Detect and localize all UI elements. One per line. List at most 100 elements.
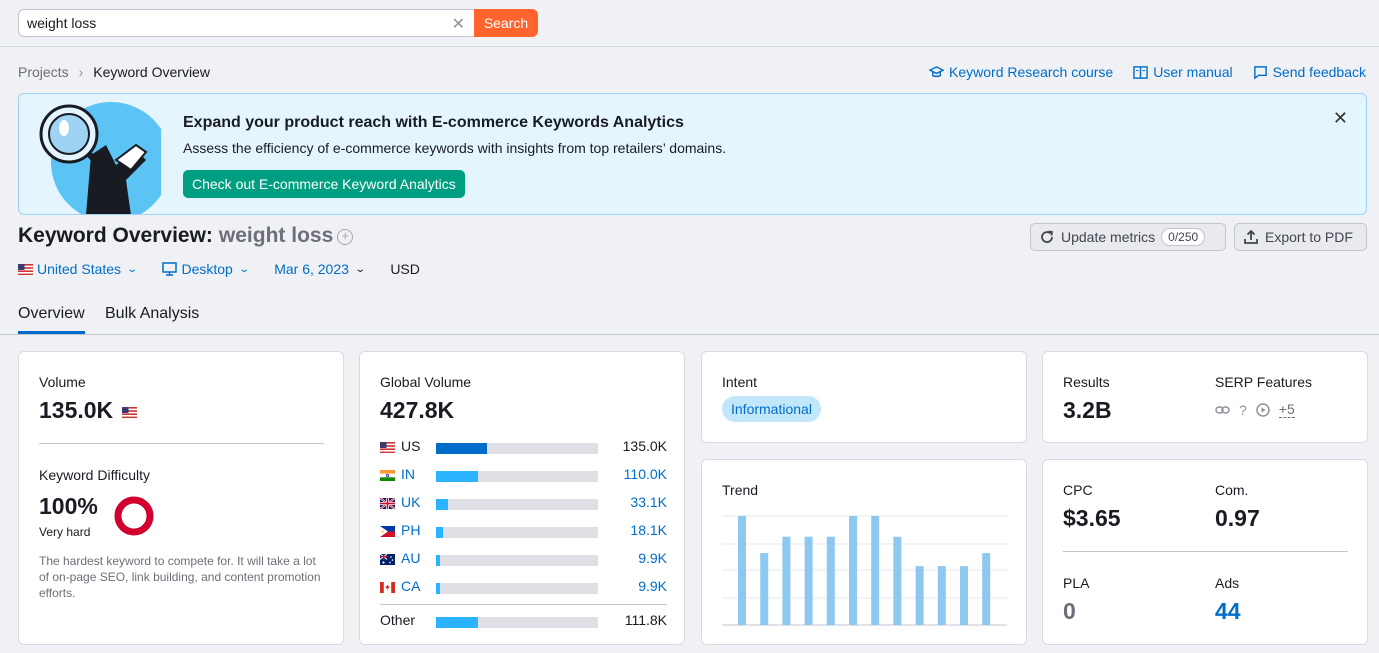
breadcrumb: Projects › Keyword Overview: [18, 64, 210, 80]
country-volume-bar: [436, 499, 598, 510]
kd-donut: [114, 496, 154, 536]
country-volume-bar: [436, 555, 598, 566]
country-code[interactable]: UK: [401, 494, 420, 510]
question-icon[interactable]: ?: [1239, 402, 1247, 418]
country-volume-bar: [436, 471, 598, 482]
trend-bar[interactable]: [738, 516, 746, 625]
intent-badge: Informational: [722, 396, 821, 422]
volume-number: 135.0K: [39, 397, 114, 423]
global-volume-row: UK 33.1K: [379, 494, 667, 514]
check-out-ecommerce-button[interactable]: Check out E-commerce Keyword Analytics: [183, 170, 465, 198]
breadcrumb-projects[interactable]: Projects: [18, 64, 69, 80]
filters-bar: United States ⌄ Desktop ⌄ Mar 6, 2023 ⌄ USD: [18, 261, 420, 277]
us-flag-icon: [121, 407, 137, 418]
chevron-right-icon: ›: [78, 64, 84, 80]
trend-label: Trend: [722, 482, 759, 498]
tabs-bar: Overview Bulk Analysis: [0, 300, 1379, 335]
country-code[interactable]: AU: [401, 550, 420, 566]
country-volume-value[interactable]: 9.9K: [638, 550, 667, 566]
divider: [1063, 551, 1348, 552]
results-serp-card: Results 3.2B SERP Features ? +5: [1042, 351, 1368, 443]
volume-value: 135.0K: [39, 397, 137, 424]
volume-difficulty-card: Volume 135.0K Keyword Difficulty 100% Ve…: [18, 351, 344, 645]
page-title-keyword: weight loss: [218, 224, 334, 247]
add-keyword-icon[interactable]: +: [337, 229, 354, 245]
pla-label: PLA: [1063, 575, 1090, 591]
global-volume-row: CA 9.9K: [380, 578, 667, 598]
export-pdf-button[interactable]: Export to PDF: [1234, 223, 1367, 251]
country-volume-bar-fill: [436, 583, 440, 594]
chevron-down-icon: ⌄: [238, 263, 250, 275]
trend-bar[interactable]: [849, 516, 857, 625]
trend-bar[interactable]: [760, 553, 769, 625]
trend-bar[interactable]: [826, 536, 835, 625]
country-code[interactable]: IN: [401, 466, 415, 482]
ads-label: Ads: [1215, 575, 1240, 591]
country-volume-value[interactable]: 110.0K: [624, 466, 667, 482]
tab-bulk-analysis[interactable]: Bulk Analysis: [105, 305, 199, 323]
country-volume-bar-fill: [436, 555, 440, 566]
search-button[interactable]: Search: [474, 9, 538, 37]
results-value: 3.2B: [1063, 397, 1112, 423]
chevron-down-icon: ⌄: [126, 263, 139, 275]
country-volume-value[interactable]: 33.1K: [630, 494, 667, 510]
country-volume-bar-fill: [436, 499, 448, 510]
top-bar: ✕ Search: [0, 0, 1379, 47]
keyword-research-course-link[interactable]: Keyword Research course: [929, 64, 1113, 80]
help-links: Keyword Research course User manual Send…: [929, 64, 1366, 80]
country-volume-bar: [436, 443, 598, 454]
au-flag-icon: [379, 552, 395, 565]
device-selector[interactable]: Desktop ⌄: [162, 261, 250, 277]
trend-bar[interactable]: [937, 566, 946, 625]
global-volume-row: IN 110.0K: [380, 466, 667, 486]
uk-flag-icon: [379, 496, 396, 510]
country-selector[interactable]: United States ⌄: [18, 261, 139, 277]
clear-search-icon[interactable]: ✕: [452, 14, 465, 34]
country-volume-value[interactable]: 18.1K: [630, 522, 667, 538]
tab-overview[interactable]: Overview: [18, 305, 85, 334]
country-volume-bar-fill: [436, 471, 478, 482]
trend-bar[interactable]: [915, 566, 924, 625]
magnifier-illustration: [39, 102, 161, 214]
com-label: Com.: [1215, 482, 1249, 498]
country-volume-bar-fill: [436, 443, 487, 454]
trend-bar[interactable]: [982, 553, 991, 625]
ecommerce-promo-banner: Expand your product reach with E-commerc…: [18, 93, 1367, 215]
pla-value: 0: [1063, 598, 1076, 624]
date-selector[interactable]: Mar 6, 2023 ⌄: [274, 261, 366, 277]
trend-bar[interactable]: [804, 536, 813, 625]
trend-bar[interactable]: [893, 536, 902, 625]
trend-bar[interactable]: [871, 516, 880, 625]
manual-link-label: User manual: [1153, 64, 1233, 80]
send-feedback-link[interactable]: Send feedback: [1253, 64, 1366, 80]
feedback-icon: [1253, 65, 1267, 80]
update-metrics-button[interactable]: Update metrics 0/250: [1030, 223, 1226, 251]
video-icon[interactable]: [1256, 402, 1270, 417]
graduation-cap-icon: [929, 65, 945, 77]
kd-label: Keyword Difficulty: [39, 467, 151, 483]
results-label: Results: [1063, 374, 1110, 390]
other-label: Other: [380, 612, 416, 628]
intent-label: Intent: [722, 374, 758, 390]
banner-subtitle: Assess the efficiency of e-commerce keyw…: [183, 140, 727, 156]
country-code[interactable]: PH: [401, 522, 420, 538]
kd-value: 100%: [39, 493, 98, 519]
country-code: US: [401, 438, 421, 454]
close-icon[interactable]: ✕: [1333, 108, 1348, 129]
currency-label: USD: [390, 261, 420, 277]
country-code[interactable]: CA: [401, 578, 420, 594]
kd-description: The hardest keyword to compete for. It w…: [39, 554, 321, 600]
link-icon[interactable]: [1215, 405, 1230, 415]
user-manual-link[interactable]: User manual: [1133, 64, 1233, 80]
divider: [380, 604, 667, 605]
search-box: ✕: [18, 9, 476, 37]
serp-more[interactable]: +5: [1278, 401, 1295, 418]
country-volume-value[interactable]: 9.9K: [638, 578, 667, 594]
search-input[interactable]: [19, 10, 439, 36]
trend-bar[interactable]: [782, 536, 791, 625]
intent-card: Intent Informational: [701, 351, 1027, 443]
serp-features-label: SERP Features: [1215, 374, 1313, 390]
country-label: United States: [37, 261, 122, 277]
ads-value[interactable]: 44: [1215, 598, 1241, 625]
trend-bar[interactable]: [960, 566, 968, 625]
